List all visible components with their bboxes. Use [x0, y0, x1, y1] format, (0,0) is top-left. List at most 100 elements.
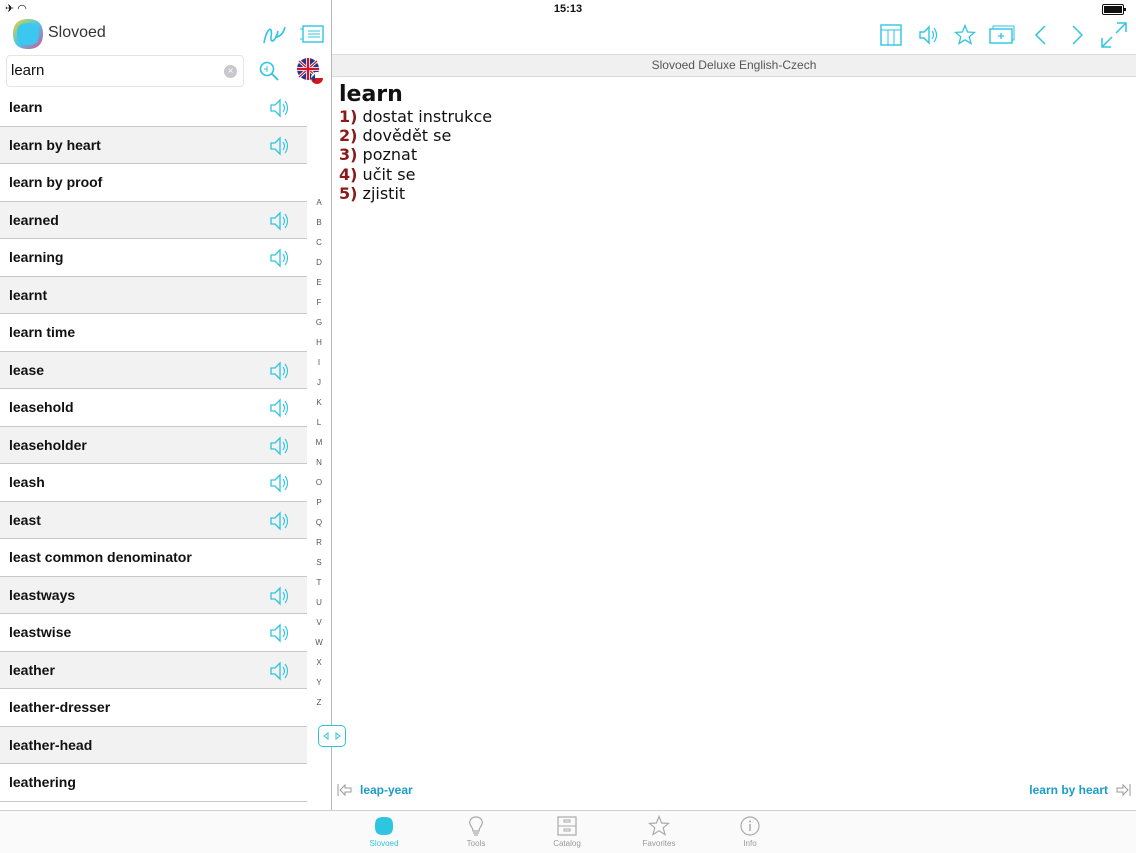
alphabet-index[interactable]: ABCDEFGHIJKLMNOPQRSTUVWXYZ	[311, 193, 327, 713]
word-label: leash	[9, 474, 45, 491]
word-list-item[interactable]: leather-dresser	[0, 689, 307, 727]
prev-entry-link[interactable]: leap-year	[360, 783, 413, 797]
language-flag-icon[interactable]	[296, 57, 324, 85]
search-icon[interactable]	[256, 58, 282, 84]
word-label: learn by heart	[9, 136, 101, 153]
alphabet-letter[interactable]: O	[311, 473, 327, 493]
speaker-icon[interactable]	[268, 210, 290, 232]
next-entry-link[interactable]: learn by heart	[1029, 783, 1108, 797]
speaker-icon[interactable]	[268, 510, 290, 532]
alphabet-letter[interactable]: Z	[311, 693, 327, 713]
meaning-number: 5)	[339, 183, 358, 203]
tab-favorites[interactable]: Favorites	[624, 815, 694, 848]
word-list-item[interactable]: learn by proof	[0, 164, 307, 202]
word-list-item[interactable]: lease	[0, 351, 307, 389]
tab-label: Catalog	[553, 839, 581, 848]
forward-arrow-icon[interactable]	[1067, 22, 1089, 48]
word-list-item[interactable]: least common denominator	[0, 539, 307, 577]
word-label: leather-head	[9, 736, 93, 753]
handwriting-icon[interactable]	[260, 22, 288, 48]
slovoed-logo-icon	[13, 19, 43, 49]
alphabet-letter[interactable]: Y	[311, 673, 327, 693]
alphabet-letter[interactable]: E	[311, 273, 327, 293]
alphabet-letter[interactable]: V	[311, 613, 327, 633]
speaker-icon[interactable]	[268, 135, 290, 157]
favorite-star-icon[interactable]	[952, 22, 978, 48]
alphabet-letter[interactable]: S	[311, 553, 327, 573]
fullscreen-icon[interactable]	[1099, 20, 1129, 50]
alphabet-letter[interactable]: I	[311, 353, 327, 373]
alphabet-letter[interactable]: M	[311, 433, 327, 453]
word-list-item[interactable]: leathering	[0, 764, 307, 802]
alphabet-letter[interactable]: U	[311, 593, 327, 613]
search-input[interactable]	[7, 56, 215, 84]
meanings-list: 1) dostat instrukce 2) dovědět se 3) pozna…	[339, 107, 492, 203]
speaker-icon[interactable]	[268, 435, 290, 457]
alphabet-letter[interactable]: F	[311, 293, 327, 313]
speaker-icon[interactable]	[915, 22, 941, 48]
meaning-text: dovědět se	[362, 126, 452, 146]
split-divider[interactable]	[331, 0, 332, 810]
speaker-icon[interactable]	[268, 622, 290, 644]
word-list-item[interactable]: least	[0, 501, 307, 539]
search-field[interactable]: ×	[6, 55, 244, 87]
next-entry-icon[interactable]	[1114, 781, 1132, 799]
alphabet-letter[interactable]: J	[311, 373, 327, 393]
back-arrow-icon[interactable]	[1029, 22, 1051, 48]
article: learn 1) dostat instrukce 2) dovědět se 3)…	[339, 82, 492, 203]
word-label: leather	[9, 661, 55, 678]
alphabet-letter[interactable]: B	[311, 213, 327, 233]
tab-slovoed[interactable]: Slovoed	[349, 815, 419, 848]
word-list-item[interactable]: leasehold	[0, 389, 307, 427]
alphabet-letter[interactable]: H	[311, 333, 327, 353]
alphabet-letter[interactable]: C	[311, 233, 327, 253]
word-list-item[interactable]: learning	[0, 239, 307, 277]
word-list-item[interactable]: leaseholder	[0, 426, 307, 464]
prev-entry-icon[interactable]	[336, 781, 354, 799]
alphabet-letter[interactable]: W	[311, 633, 327, 653]
word-list-item[interactable]: leastways	[0, 576, 307, 614]
alphabet-letter[interactable]: K	[311, 393, 327, 413]
speaker-icon[interactable]	[268, 660, 290, 682]
speaker-icon[interactable]	[268, 397, 290, 419]
tab-catalog[interactable]: Catalog	[532, 815, 602, 848]
alphabet-letter[interactable]: P	[311, 493, 327, 513]
alphabet-letter[interactable]: G	[311, 313, 327, 333]
tab-label: Info	[743, 839, 757, 848]
word-list-item[interactable]: leather-head	[0, 726, 307, 764]
word-list-item[interactable]: learn time	[0, 314, 307, 352]
word-list-item[interactable]: leash	[0, 464, 307, 502]
status-time: 15:13	[553, 3, 583, 15]
alphabet-letter[interactable]: R	[311, 533, 327, 553]
tab-info[interactable]: Info	[715, 815, 785, 848]
table-view-icon[interactable]	[878, 22, 904, 48]
speaker-icon[interactable]	[268, 585, 290, 607]
clear-search-icon[interactable]: ×	[224, 65, 237, 78]
catalog-icon	[557, 816, 577, 836]
speaker-icon[interactable]	[268, 97, 290, 119]
word-list-item[interactable]: learned	[0, 201, 307, 239]
word-label: lease	[9, 361, 45, 378]
word-list-item[interactable]: leastwise	[0, 614, 307, 652]
history-list-icon[interactable]	[298, 22, 326, 48]
alphabet-letter[interactable]: N	[311, 453, 327, 473]
word-list-item[interactable]: leather	[0, 651, 307, 689]
tab-tools[interactable]: Tools	[441, 815, 511, 848]
word-list-item[interactable]: learn by heart	[0, 126, 307, 164]
alphabet-letter[interactable]: L	[311, 413, 327, 433]
panel-toggle-icon[interactable]	[318, 725, 346, 747]
alphabet-letter[interactable]: D	[311, 253, 327, 273]
alphabet-letter[interactable]: X	[311, 653, 327, 673]
speaker-icon[interactable]	[268, 360, 290, 382]
add-card-icon[interactable]	[988, 22, 1016, 48]
speaker-icon[interactable]	[268, 472, 290, 494]
slovoed-icon	[375, 817, 393, 835]
alphabet-letter[interactable]: T	[311, 573, 327, 593]
alphabet-letter[interactable]: A	[311, 193, 327, 213]
meaning-item: 2) dovědět se	[339, 126, 492, 145]
speaker-icon[interactable]	[268, 247, 290, 269]
word-label: leastwise	[9, 624, 72, 641]
word-list-item[interactable]: learnt	[0, 276, 307, 314]
word-list-item[interactable]: learn	[0, 89, 307, 127]
alphabet-letter[interactable]: Q	[311, 513, 327, 533]
